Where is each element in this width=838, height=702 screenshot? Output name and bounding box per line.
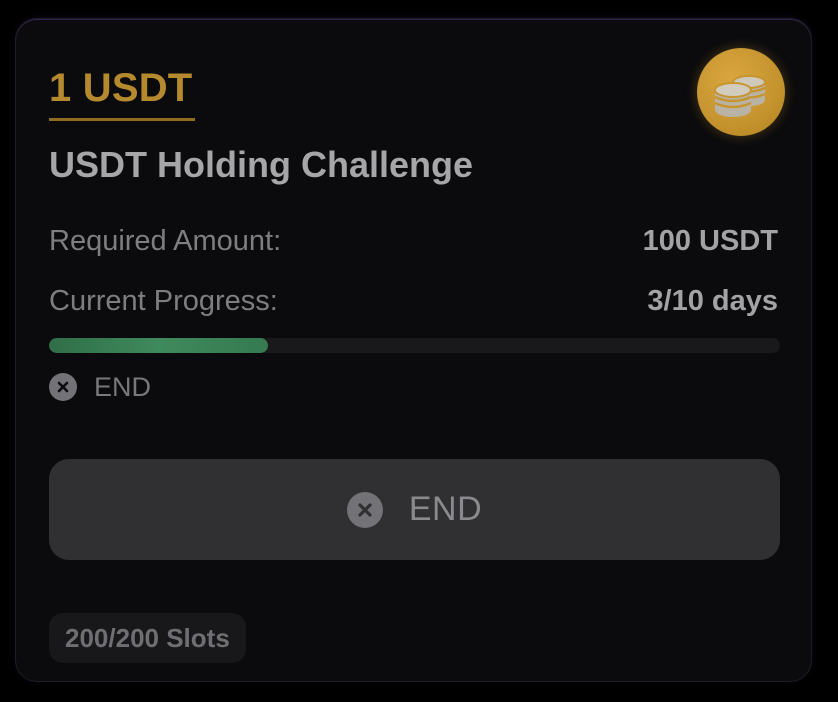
progress-bar-fill bbox=[49, 338, 269, 353]
end-button-label: END bbox=[408, 490, 483, 528]
required-amount-value: 100 USDT bbox=[642, 225, 778, 257]
close-circle-icon bbox=[49, 373, 77, 401]
status-indicator: END bbox=[49, 371, 151, 403]
challenge-card: 1 USDT USDT Holding Challenge Required A… bbox=[15, 18, 812, 682]
progress-bar bbox=[49, 338, 780, 353]
coins-icon bbox=[697, 48, 785, 136]
reward-amount: 1 USDT bbox=[49, 66, 193, 110]
current-progress-label: Current Progress: bbox=[49, 285, 278, 317]
status-text: END bbox=[94, 371, 152, 402]
close-circle-icon bbox=[346, 491, 383, 528]
challenge-title: USDT Holding Challenge bbox=[49, 144, 474, 185]
required-amount-label: Required Amount: bbox=[49, 225, 282, 257]
reward-underline bbox=[49, 118, 195, 121]
current-progress-value: 3/10 days bbox=[647, 285, 778, 317]
end-button[interactable]: END bbox=[49, 459, 780, 560]
slots-badge: 200/200 Slots bbox=[49, 613, 246, 663]
